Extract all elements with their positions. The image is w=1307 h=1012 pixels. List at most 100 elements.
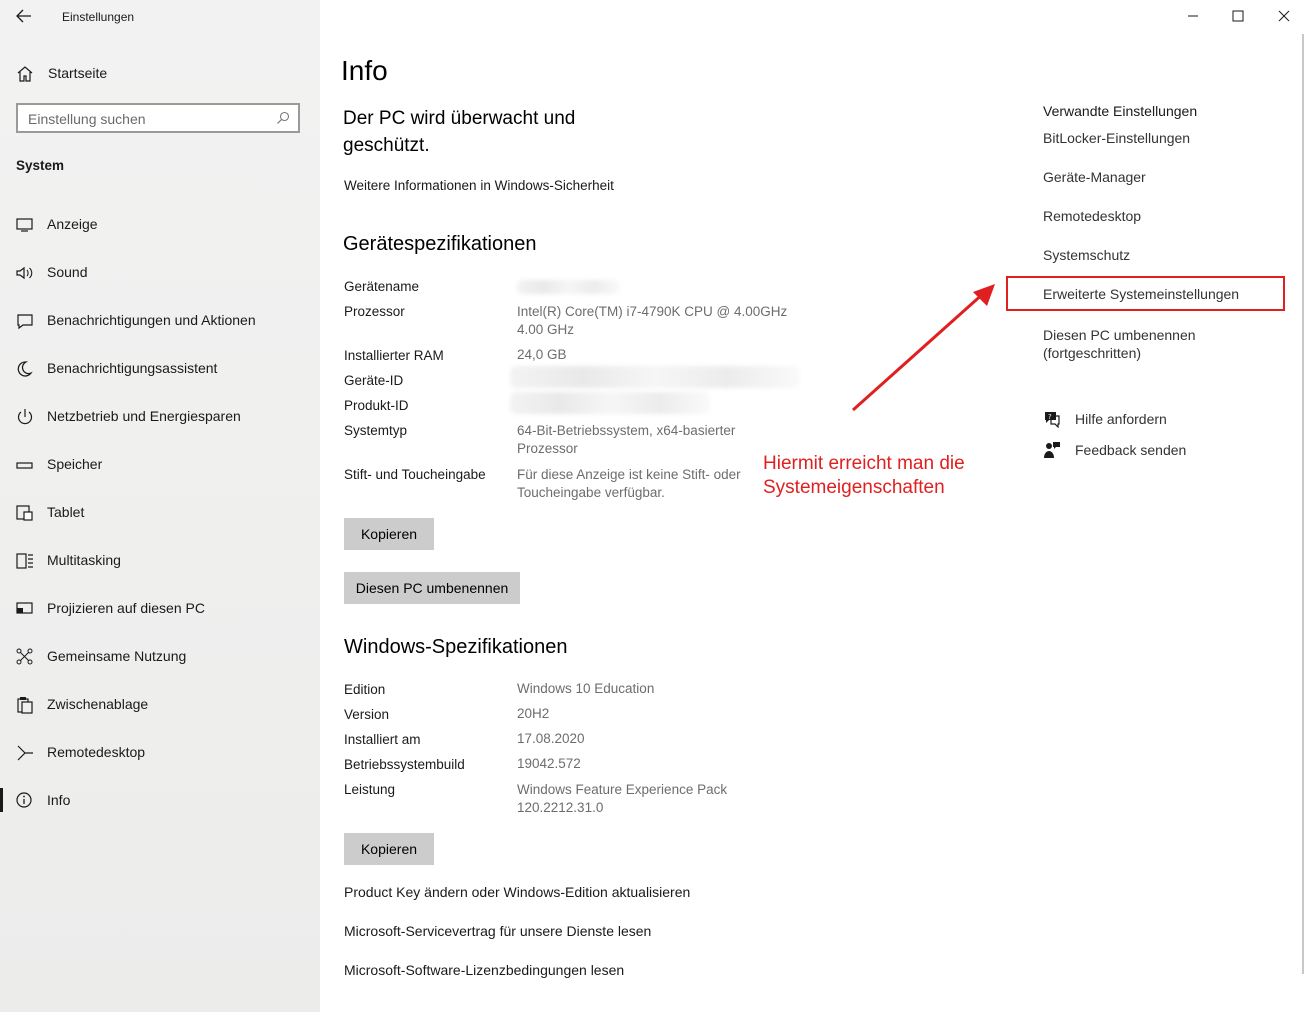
product-key-link[interactable]: Product Key ändern oder Windows-Edition …: [344, 884, 690, 900]
sidebar-item-label: Zwischenablage: [47, 696, 149, 712]
sidebar-item-benachrichtigungsassistent[interactable]: Benachrichtigungsassistent: [0, 349, 320, 389]
sidebar-item-label: Gemeinsame Nutzung: [47, 648, 187, 664]
power-icon: [17, 409, 33, 425]
sidebar-item-projizieren[interactable]: Projizieren auf diesen PC: [0, 589, 320, 629]
spec-value: 64-Bit-Betriebssystem, x64-basierter Pro…: [517, 422, 735, 458]
windows-specs-heading: Windows-Spezifikationen: [344, 636, 568, 658]
close-button[interactable]: [1261, 0, 1307, 32]
share-icon: [16, 648, 33, 665]
device-specs-heading: Gerätespezifikationen: [343, 233, 537, 255]
sidebar-item-label: Anzeige: [47, 216, 98, 232]
page-title: Info: [341, 55, 388, 86]
spec-value: 19042.572: [517, 756, 581, 771]
search-placeholder: Einstellung suchen: [28, 111, 146, 127]
sidebar-item-label: Multitasking: [47, 552, 121, 568]
scrollbar[interactable]: [1302, 34, 1304, 974]
back-button[interactable]: [8, 4, 40, 28]
multitasking-icon: [16, 553, 33, 569]
device-manager-link[interactable]: Geräte-Manager: [1043, 169, 1146, 185]
sidebar-item-remotedesktop[interactable]: Remotedesktop: [0, 733, 320, 773]
security-heading-line: geschützt.: [343, 135, 430, 156]
spec-value-line: Für diese Anzeige ist keine Stift- oder: [517, 467, 741, 482]
sidebar-item-netzbetrieb[interactable]: Netzbetrieb und Energiesparen: [0, 397, 320, 437]
spec-label: Installiert am: [344, 732, 421, 747]
annotation-line: Hiermit erreicht man die: [763, 453, 965, 474]
rename-advanced-link[interactable]: Diesen PC umbenennen (fortgeschritten): [1043, 326, 1196, 362]
redacted-product-id: [510, 392, 710, 414]
sidebar-item-label: Speicher: [47, 456, 103, 472]
sidebar-item-home[interactable]: Startseite: [0, 54, 320, 94]
copy-device-specs-button[interactable]: Kopieren: [344, 518, 434, 550]
spec-label: Edition: [344, 682, 386, 697]
search-icon: [277, 111, 290, 124]
service-agreement-link[interactable]: Microsoft-Servicevertrag für unsere Dien…: [344, 923, 651, 939]
annotation-line: Systemeigenschaften: [763, 477, 945, 498]
sidebar-item-speicher[interactable]: Speicher: [0, 445, 320, 485]
sidebar-item-label: Netzbetrieb und Energiesparen: [47, 408, 241, 424]
storage-icon: [16, 462, 33, 469]
sidebar-item-label: Benachrichtigungsassistent: [47, 360, 218, 376]
spec-label: Geräte-ID: [344, 373, 404, 388]
sidebar-item-sound[interactable]: Sound: [0, 253, 320, 293]
spec-label: Installierter RAM: [344, 348, 444, 363]
spec-value: 24,0 GB: [517, 347, 567, 362]
spec-label: Leistung: [344, 782, 396, 797]
spec-value: 17.08.2020: [517, 731, 585, 746]
sidebar-item-multitasking[interactable]: Multitasking: [0, 541, 320, 581]
sidebar-item-tablet[interactable]: Tablet: [0, 493, 320, 533]
spec-value: Für diese Anzeige ist keine Stift- oder …: [517, 466, 741, 502]
related-settings-heading: Verwandte Einstellungen: [1043, 103, 1198, 119]
security-link[interactable]: Weitere Informationen in Windows-Sicherh…: [344, 178, 614, 193]
sidebar-item-label: Remotedesktop: [47, 744, 146, 760]
annotation-text: Hiermit erreicht man die Systemeigenscha…: [763, 452, 965, 500]
project-icon: [16, 602, 33, 614]
bitlocker-link[interactable]: BitLocker-Einstellungen: [1043, 130, 1190, 146]
spec-label: Gerätename: [344, 279, 420, 294]
rename-pc-button[interactable]: Diesen PC umbenennen: [344, 572, 520, 604]
sidebar-item-zwischenablage[interactable]: Zwischenablage: [0, 685, 320, 725]
sidebar: Einstellungen Startseite Einstellung suc…: [0, 0, 320, 1012]
clipboard-icon: [17, 697, 33, 714]
spec-label: Version: [344, 707, 390, 722]
spec-value-line: 64-Bit-Betriebssystem, x64-basierter: [517, 423, 736, 438]
sidebar-item-benachrichtigungen[interactable]: Benachrichtigungen und Aktionen: [0, 301, 320, 341]
license-terms-link[interactable]: Microsoft-Software-Lizenzbedingungen les…: [344, 962, 624, 978]
redacted-device-id: [510, 366, 800, 388]
sidebar-item-anzeige[interactable]: Anzeige: [0, 205, 320, 245]
maximize-icon: [1232, 10, 1244, 22]
speaker-icon: [16, 266, 33, 280]
remote-icon: [17, 745, 33, 761]
spec-value: Windows Feature Experience Pack 120.2212…: [517, 781, 727, 817]
rename-advanced-line: (fortgeschritten): [1043, 345, 1142, 361]
monitor-icon: [16, 218, 33, 232]
copy-windows-specs-button[interactable]: Kopieren: [344, 833, 434, 865]
remote-desktop-link[interactable]: Remotedesktop: [1043, 208, 1141, 224]
spec-value-line: Toucheingabe verfügbar.: [517, 485, 665, 500]
sidebar-item-gemeinsame-nutzung[interactable]: Gemeinsame Nutzung: [0, 637, 320, 677]
help-link[interactable]: ? Hilfe anfordern: [1043, 410, 1203, 430]
spec-value-line: Prozessor: [517, 441, 578, 456]
sidebar-item-info[interactable]: Info: [0, 781, 320, 821]
rename-advanced-line: Diesen PC umbenennen: [1043, 327, 1196, 343]
spec-value-line: 120.2212.31.0: [517, 800, 604, 815]
spec-label: Stift- und Toucheingabe: [344, 467, 486, 482]
feedback-label: Feedback senden: [1075, 442, 1187, 458]
security-heading-line: Der PC wird überwacht und: [343, 108, 576, 129]
feedback-link[interactable]: Feedback senden: [1043, 441, 1203, 461]
home-icon: [17, 66, 33, 82]
spec-label: Produkt-ID: [344, 398, 409, 413]
close-icon: [1278, 10, 1290, 22]
spec-value-line: Windows Feature Experience Pack: [517, 782, 728, 797]
spec-label: Systemtyp: [344, 423, 408, 438]
spec-value: Intel(R) Core(TM) i7-4790K CPU @ 4.00GHz…: [517, 303, 787, 339]
spec-value-line: Intel(R) Core(TM) i7-4790K CPU @ 4.00GHz: [517, 304, 788, 319]
sidebar-item-label: Sound: [47, 264, 88, 280]
system-protection-link[interactable]: Systemschutz: [1043, 247, 1130, 263]
spec-value: 20H2: [517, 706, 550, 721]
minimize-button[interactable]: [1170, 0, 1216, 32]
maximize-button[interactable]: [1215, 0, 1261, 32]
search-input[interactable]: Einstellung suchen: [16, 103, 300, 133]
spec-value-line: 4.00 GHz: [517, 322, 575, 337]
advanced-system-settings-link[interactable]: Erweiterte Systemeinstellungen: [1043, 286, 1239, 302]
help-chat-icon: ?: [1045, 412, 1060, 428]
